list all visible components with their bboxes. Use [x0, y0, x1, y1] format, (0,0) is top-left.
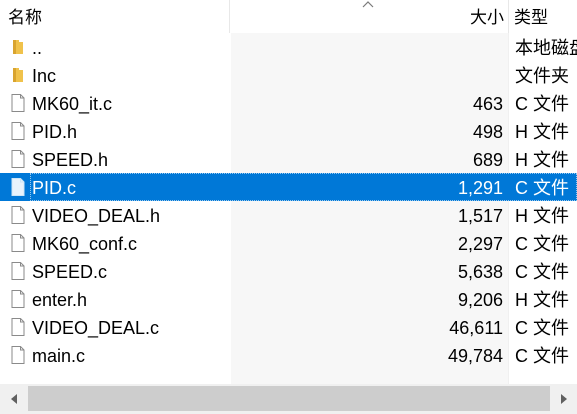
file-type: C 文件	[515, 234, 569, 254]
file-row[interactable]: SPEED.c 5,638 C 文件	[0, 257, 577, 285]
file-icon	[11, 234, 25, 252]
file-name: Inc	[32, 66, 57, 86]
file-size: 689	[472, 150, 503, 170]
scrollbar-thumb[interactable]	[28, 386, 550, 411]
file-type: C 文件	[515, 318, 569, 338]
file-size: 2,297	[457, 234, 503, 254]
file-icon	[11, 178, 25, 196]
file-type: C 文件	[515, 262, 569, 282]
column-header-size[interactable]: 大小	[231, 0, 504, 33]
file-row[interactable]: Inc 文件夹	[0, 61, 577, 89]
file-row[interactable]: MK60_conf.c 2,297 C 文件	[0, 229, 577, 257]
column-header: 名称 大小 类型	[0, 0, 577, 33]
column-header-name[interactable]: 名称	[8, 0, 228, 33]
file-size	[240, 33, 503, 61]
file-row[interactable]: VIDEO_DEAL.h 1,517 H 文件	[0, 201, 577, 229]
file-icon	[11, 290, 25, 308]
column-divider-size[interactable]	[508, 0, 509, 33]
file-size: 498	[472, 122, 503, 142]
file-type: H 文件	[515, 150, 569, 170]
file-size: 9,206	[457, 290, 503, 310]
folder-icon	[13, 68, 23, 82]
file-size: 49,784	[447, 346, 503, 366]
scroll-right-icon[interactable]	[558, 392, 570, 406]
file-icon	[11, 346, 25, 364]
file-row[interactable]: PID.h 498 H 文件	[0, 117, 577, 145]
file-row[interactable]: MK60_it.c 463 C 文件	[0, 89, 577, 117]
file-name: PID.h	[32, 122, 78, 142]
file-name: main.c	[32, 346, 86, 366]
file-name: ..	[32, 38, 43, 58]
horizontal-scrollbar[interactable]	[0, 384, 577, 414]
file-icon	[11, 94, 25, 112]
file-icon	[11, 150, 25, 168]
file-name: VIDEO_DEAL.c	[32, 318, 160, 338]
file-icon	[11, 122, 25, 140]
file-type: H 文件	[515, 206, 569, 226]
file-type: C 文件	[515, 346, 569, 366]
column-header-type[interactable]: 类型	[514, 0, 577, 33]
scroll-left-icon[interactable]	[8, 392, 20, 406]
file-name: PID.c	[32, 178, 77, 198]
file-size	[240, 61, 503, 89]
file-name: VIDEO_DEAL.h	[32, 206, 161, 226]
file-type: C 文件	[515, 178, 569, 198]
file-type: H 文件	[515, 290, 569, 310]
file-size: 1,291	[457, 178, 503, 198]
file-row[interactable]: enter.h 9,206 H 文件	[0, 285, 577, 313]
file-name: SPEED.c	[32, 262, 108, 282]
file-row[interactable]: main.c 49,784 C 文件	[0, 341, 577, 369]
file-type: 文件夹	[515, 66, 569, 86]
file-type: H 文件	[515, 122, 569, 142]
file-size: 463	[472, 94, 503, 114]
folder-icon	[13, 40, 23, 54]
file-icon	[11, 318, 25, 336]
file-row[interactable]: .. 本地磁盘	[0, 33, 577, 61]
file-size: 46,611	[449, 318, 503, 338]
file-name: MK60_conf.c	[32, 234, 138, 254]
file-type: 本地磁盘	[515, 38, 577, 58]
file-row[interactable]: VIDEO_DEAL.c 46,611 C 文件	[0, 313, 577, 341]
column-divider-name[interactable]	[229, 0, 230, 33]
file-name: SPEED.h	[32, 150, 109, 170]
file-name: enter.h	[32, 290, 88, 310]
file-size: 1,517	[457, 206, 503, 226]
file-icon	[11, 262, 25, 280]
file-type: C 文件	[515, 94, 569, 114]
file-icon	[11, 206, 25, 224]
file-row[interactable]: SPEED.h 689 H 文件	[0, 145, 577, 173]
file-name: MK60_it.c	[32, 94, 113, 114]
file-row[interactable]: PID.c 1,291 C 文件	[0, 173, 577, 201]
file-size: 5,638	[457, 262, 503, 282]
